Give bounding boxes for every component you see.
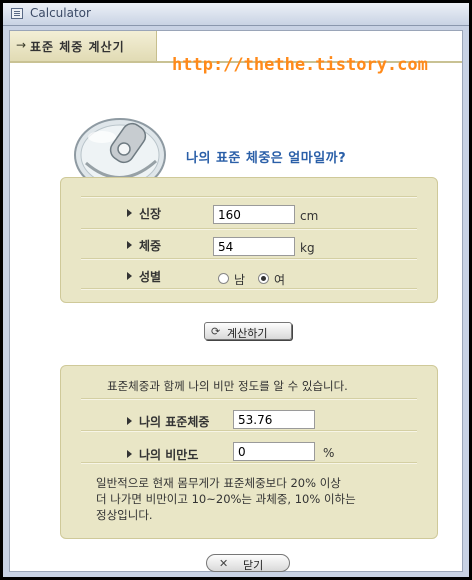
arrow-icon: → <box>16 38 27 52</box>
obesity-output[interactable] <box>233 442 315 461</box>
divider <box>81 398 417 400</box>
title-bar[interactable]: Calculator <box>3 3 469 26</box>
note-line: 일반적으로 현재 몸무게가 표준체중보다 20% 이상 <box>96 476 341 490</box>
calculate-button[interactable]: ⟳ 계산하기 <box>204 322 292 340</box>
triangle-icon <box>127 241 132 249</box>
input-panel: 신장 cm 체중 kg 성별 남 여 <box>60 177 438 303</box>
weight-input[interactable] <box>213 237 295 256</box>
triangle-icon <box>127 209 132 217</box>
height-unit: cm <box>300 209 319 223</box>
close-icon: ✕ <box>219 557 229 570</box>
triangle-icon <box>127 272 132 280</box>
divider <box>81 288 417 290</box>
result-note: 일반적으로 현재 몸무게가 표준체중보다 20% 이상 더 나가면 비만이고 1… <box>96 475 426 523</box>
obesity-label: 나의 비만도 <box>127 446 198 463</box>
height-label: 신장 <box>127 205 161 222</box>
note-line: 정상입니다. <box>96 508 153 522</box>
divider <box>81 196 417 198</box>
refresh-icon: ⟳ <box>211 325 221 338</box>
gender-label: 성별 <box>127 268 161 285</box>
section-title: 표준 체중 계산기 <box>30 40 125 54</box>
standard-weight-output[interactable] <box>233 410 315 429</box>
app-icon <box>11 8 23 19</box>
weight-unit: kg <box>300 241 315 255</box>
window-title: Calculator <box>30 6 91 20</box>
standard-weight-label: 나의 표준체중 <box>127 413 209 430</box>
site-url: http://thethe.tistory.com <box>172 55 428 75</box>
hero-question: 나의 표준 체중은 얼마일까? <box>186 151 347 166</box>
divider <box>81 430 417 432</box>
content-area: → 표준 체중 계산기 http://thethe.tistory.com 나의… <box>9 30 463 572</box>
gender-male-label: 남 <box>234 273 246 287</box>
triangle-icon <box>127 417 132 425</box>
gender-male-radio[interactable] <box>218 273 229 284</box>
divider <box>81 228 417 230</box>
weight-label: 체중 <box>127 237 161 254</box>
result-intro: 표준체중과 함께 나의 비만 정도를 알 수 있습니다. <box>107 379 348 393</box>
calculator-window: Calculator → 표준 체중 계산기 http://thethe.tis… <box>3 3 469 577</box>
note-line: 더 나가면 비만이고 10~20%는 과체중, 10% 이하는 <box>96 492 356 506</box>
gender-female-label: 여 <box>274 273 286 287</box>
divider <box>81 258 417 260</box>
section-tab: → 표준 체중 계산기 <box>10 31 157 61</box>
height-input[interactable] <box>213 205 295 224</box>
triangle-icon <box>127 450 132 458</box>
gender-female-radio[interactable] <box>258 273 269 284</box>
close-button[interactable]: ✕ 닫기 <box>206 554 290 572</box>
obesity-unit: % <box>323 446 335 460</box>
